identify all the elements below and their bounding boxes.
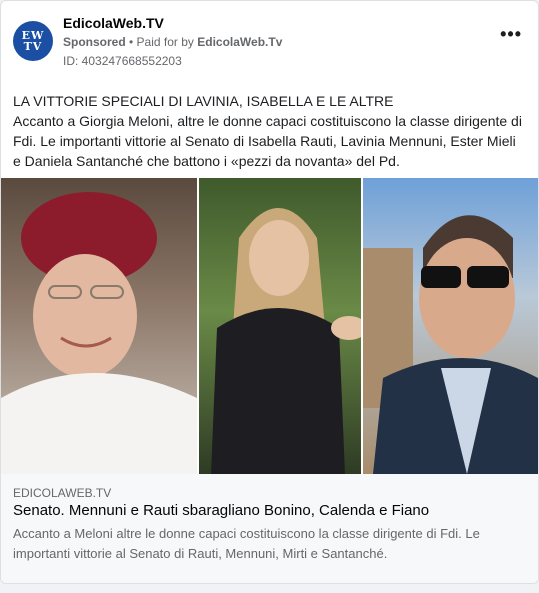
page-name-link[interactable]: EdicolaWeb.TV	[63, 15, 164, 31]
post-image-collage[interactable]	[1, 178, 538, 474]
paid-for-name[interactable]: EdicolaWeb.Tv	[197, 35, 282, 49]
avatar-monogram: EW TV	[21, 29, 45, 53]
post-body: LA VITTORIE SPECIALI DI LAVINIA, ISABELL…	[13, 91, 527, 171]
post-header: EW TV EdicolaWeb.TV Sponsored • Paid for…	[1, 1, 538, 81]
sponsored-label[interactable]: Sponsored	[63, 35, 126, 49]
paid-for-prefix: Paid for by	[136, 35, 198, 49]
link-preview[interactable]: EDICOLAWEB.TV Senato. Mennuni e Rauti sb…	[1, 474, 538, 583]
sponsored-post-card: EW TV EdicolaWeb.TV Sponsored • Paid for…	[0, 0, 539, 584]
sponsor-line: Sponsored • Paid for by EdicolaWeb.Tv	[63, 35, 282, 49]
photo-man-glasses[interactable]	[363, 178, 538, 474]
link-domain: EDICOLAWEB.TV	[13, 486, 112, 500]
page-avatar[interactable]: EW TV	[13, 21, 53, 61]
post-text: Accanto a Giorgia Meloni, altre le donne…	[13, 113, 522, 169]
photo-woman-red-turban[interactable]	[1, 178, 197, 474]
link-description: Accanto a Meloni altre le donne capaci c…	[13, 526, 480, 561]
photo-woman-blonde[interactable]	[199, 178, 361, 474]
post-title: LA VITTORIE SPECIALI DI LAVINIA, ISABELL…	[13, 93, 394, 109]
separator-dot: •	[125, 35, 137, 49]
link-headline[interactable]: Senato. Mennuni e Rauti sbaragliano Boni…	[13, 502, 429, 519]
more-options-icon[interactable]: •••	[500, 25, 522, 43]
ad-id: ID: 403247668552203	[63, 54, 182, 68]
